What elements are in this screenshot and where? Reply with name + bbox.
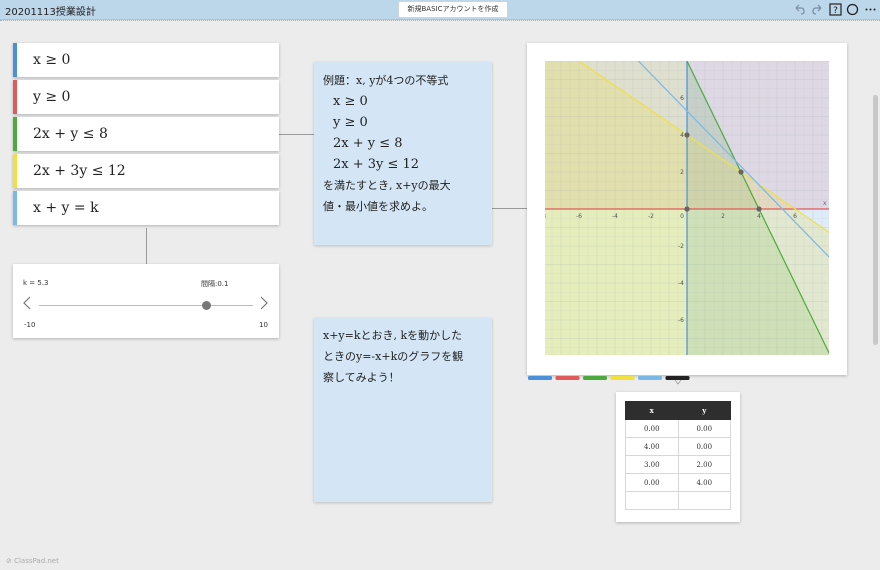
note-line: y ≥ 0 (333, 115, 368, 130)
instruction-note[interactable]: x+y=kとおき, kを動かした ときのy=-x+kのグラフを観 察してみよう！ (314, 318, 492, 502)
y-tick-label: 6 (680, 95, 684, 102)
table-cell[interactable]: 0.00 (625, 473, 679, 492)
classpad-logo-icon: ⊘ (6, 557, 15, 565)
condition-card-x-y-eq-k[interactable]: x + y = k (13, 191, 279, 225)
note-line: 2x + y ≤ 8 (333, 136, 403, 151)
redo-icon[interactable] (811, 3, 824, 16)
condition-card-x-ge-0[interactable]: x ≥ 0 (13, 43, 279, 77)
y-tick-label: 4 (680, 132, 684, 139)
table-row: 4.00 0.00 (625, 437, 731, 456)
footer-text: ClassPad.net (14, 557, 59, 565)
table-cell[interactable]: 4.00 (677, 473, 731, 492)
y-tick-label: -4 (678, 280, 684, 287)
vertex-point (738, 169, 744, 175)
graph-color-tabs[interactable] (527, 376, 697, 388)
vertical-scrollbar[interactable] (873, 95, 878, 345)
connector-line (146, 228, 147, 264)
example-problem-note[interactable]: 例題：x, yが4つの不等式 x ≥ 0 y ≥ 0 2x + y ≤ 8 2x… (314, 62, 492, 245)
k-slider-card: k = 5.3 間隔:0.1 -10 10 (13, 264, 279, 338)
color-tab[interactable] (555, 376, 580, 380)
color-tab[interactable] (583, 376, 607, 380)
footer-brand: ⊘ ClassPad.net (6, 557, 59, 565)
table-cell[interactable]: 2.00 (677, 455, 731, 474)
more-menu-icon[interactable] (864, 3, 877, 16)
chevron-left-icon[interactable] (22, 296, 32, 310)
condition-card-2x-y-le-8[interactable]: 2x + y ≤ 8 (13, 117, 279, 151)
x-tick-label: -6 (576, 213, 582, 220)
note-line: x+y=kとおき, kを動かした (323, 329, 463, 342)
slider-value-label: k = 5.3 (23, 279, 49, 287)
profile-circle-icon[interactable] (846, 3, 859, 16)
x-tick-label: 6 (793, 213, 797, 220)
x-tick-label: -2 (648, 213, 654, 220)
table-row (625, 491, 731, 510)
x-tick-label: 2 (721, 213, 725, 220)
slider-step-label[interactable]: 間隔:0.1 (201, 279, 229, 289)
note-line: 察してみよう！ (323, 371, 400, 384)
canvas-border (0, 20, 880, 22)
table-cell[interactable]: 0.00 (677, 437, 731, 456)
note-line: を満たすとき, x+yの最大 (323, 179, 451, 192)
y-tick-label: -2 (678, 243, 684, 250)
color-tab[interactable] (528, 376, 552, 380)
x-tick-label: 4 (757, 213, 761, 220)
table-cell[interactable] (677, 491, 731, 510)
point-table-card: x y 0.00 0.00 4.00 0.00 3.00 2.00 0.00 4… (616, 392, 740, 522)
table-row: 0.00 4.00 (625, 473, 731, 492)
table-row: 0.00 0.00 (625, 419, 731, 438)
color-tab[interactable] (610, 376, 635, 380)
table-cell[interactable]: 4.00 (625, 437, 679, 456)
x-tick-label: 0 (680, 213, 684, 220)
table-cell[interactable]: 0.00 (625, 419, 679, 438)
y-tick-label: -6 (678, 317, 684, 324)
note-line: ときのy=-x+kのグラフを観 (323, 350, 464, 363)
top-bar: 20201113授業設計 新規BASICアカウントを作成 ? (0, 0, 880, 20)
slider-track[interactable] (39, 305, 253, 306)
x-tick-label: -4 (612, 213, 618, 220)
table-cell[interactable] (625, 491, 679, 510)
color-tab[interactable] (665, 376, 690, 380)
condition-card-2x-3y-le-12[interactable]: 2x + 3y ≤ 12 (13, 154, 279, 188)
undo-icon[interactable] (793, 3, 806, 16)
connector-line (492, 208, 527, 209)
note-line: 値・最小値を求めよ。 (323, 200, 433, 213)
slider-min-label: -10 (24, 321, 36, 329)
x-axis-label: x (823, 200, 827, 207)
chevron-right-icon[interactable] (259, 296, 269, 310)
tab-pointer-icon (674, 379, 682, 385)
note-line: 2x + 3y ≤ 12 (333, 157, 420, 172)
connector-line (279, 134, 314, 135)
table-cell[interactable]: 0.00 (677, 419, 731, 438)
document-title[interactable]: 20201113授業設計 (5, 3, 96, 18)
vertex-point (684, 132, 690, 138)
slider-knob[interactable] (202, 301, 211, 310)
color-tab[interactable] (638, 376, 662, 380)
help-icon[interactable]: ? (829, 3, 842, 16)
note-line: 例題：x, yが4つの不等式 (323, 74, 449, 87)
coordinate-graph[interactable]: -8 -6 -4 -2 0 2 4 6 6 4 2 -2 -4 -6 x (545, 61, 829, 355)
graph-card: -8 -6 -4 -2 0 2 4 6 6 4 2 -2 -4 -6 x (527, 43, 847, 375)
point-table: x y 0.00 0.00 4.00 0.00 3.00 2.00 0.00 4… (625, 401, 731, 510)
create-account-button[interactable]: 新規BASICアカウントを作成 (398, 1, 508, 18)
y-tick-label: 2 (680, 169, 684, 176)
x-tick-label: -8 (545, 213, 546, 220)
table-header-y: y (677, 401, 731, 420)
vertex-point (684, 206, 690, 212)
note-line: x ≥ 0 (333, 94, 368, 109)
slider-max-label: 10 (259, 321, 268, 329)
condition-card-y-ge-0[interactable]: y ≥ 0 (13, 80, 279, 114)
table-header-x: x (625, 401, 679, 420)
svg-text:?: ? (833, 6, 838, 16)
table-cell[interactable]: 3.00 (625, 455, 679, 474)
vertex-point (756, 206, 762, 212)
table-row: 3.00 2.00 (625, 455, 731, 474)
